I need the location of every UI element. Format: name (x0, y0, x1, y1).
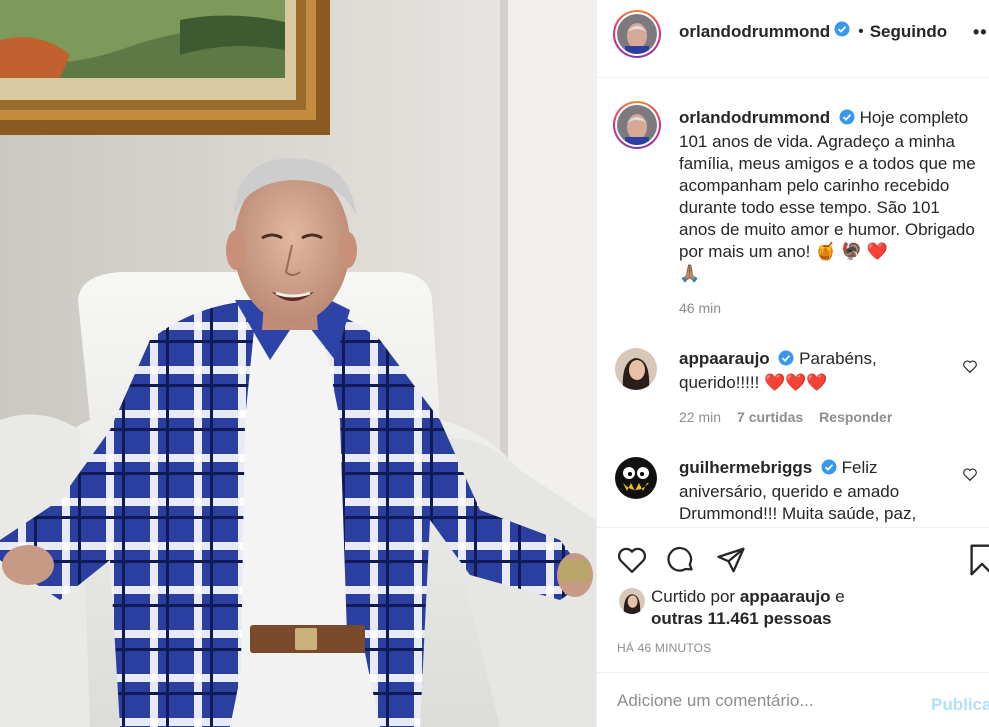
post-side-panel: orlandodrummond • Seguindo •• orlandodru… (596, 0, 989, 727)
liked-by-and: e (835, 587, 845, 606)
like-comment-heart-icon[interactable] (963, 468, 977, 486)
liked-by-summary: Curtido por appaaraujo e outras 11.461 p… (651, 586, 845, 630)
comment-avatar[interactable] (615, 348, 657, 390)
liked-by-prefix: Curtido por (651, 587, 736, 606)
author-username[interactable]: orlandodrummond (679, 22, 830, 42)
liked-by-user[interactable]: appaaraujo (740, 587, 831, 606)
comment-username[interactable]: appaaraujo (679, 349, 770, 368)
comment-age[interactable]: 22 min (679, 409, 721, 425)
more-options-icon[interactable]: •• (973, 22, 988, 43)
add-comment-bar: Publicar (597, 672, 989, 727)
share-paper-plane-icon[interactable] (716, 545, 746, 580)
comment-bubble-icon[interactable] (666, 545, 696, 580)
instagram-post-modal: orlandodrummond • Seguindo •• orlandodru… (0, 0, 989, 727)
follow-status-button[interactable]: Seguindo (870, 22, 947, 42)
comment-1: appaaraujo Parabéns, querido!!!!! ❤️❤️❤️ (679, 348, 949, 394)
comment-2: guilhermebriggs Feliz aniversário, queri… (679, 457, 949, 525)
post-photo[interactable] (0, 0, 596, 727)
verified-badge-icon (834, 21, 850, 42)
publish-comment-button[interactable]: Publicar (931, 695, 989, 715)
liked-by-avatar[interactable] (619, 588, 645, 614)
comment-likes[interactable]: 7 curtidas (737, 409, 803, 425)
like-heart-icon[interactable] (617, 546, 647, 579)
comment-avatar[interactable] (615, 457, 657, 499)
author-name-row: orlandodrummond • Seguindo (679, 21, 947, 42)
liked-by-others[interactable]: outras 11.461 pessoas (651, 609, 832, 628)
comments-list[interactable]: orlandodrummond Hoje completo 101 anos d… (597, 79, 989, 527)
verified-badge-icon (821, 459, 837, 481)
caption-author-avatar[interactable] (613, 101, 661, 149)
caption: orlandodrummond Hoje completo 101 anos d… (679, 107, 979, 319)
comment-1-meta: 22 min 7 curtidas Responder (679, 409, 892, 425)
post-actions: Curtido por appaaraujo e outras 11.461 p… (597, 527, 989, 672)
save-bookmark-icon[interactable] (969, 544, 989, 581)
verified-badge-icon (778, 350, 794, 372)
add-comment-input[interactable] (617, 691, 917, 711)
separator-dot: • (858, 22, 864, 40)
caption-username[interactable]: orlandodrummond (679, 108, 830, 127)
caption-text: Hoje completo 101 anos de vida. Agradeço… (679, 108, 976, 261)
post-timestamp[interactable]: HÁ 46 MINUTOS (617, 641, 711, 655)
caption-emoji-end: 🙏🏽 (679, 264, 701, 283)
comment-username[interactable]: guilhermebriggs (679, 458, 812, 477)
verified-badge-icon (839, 109, 855, 131)
caption-age[interactable]: 46 min (679, 297, 979, 319)
reply-button[interactable]: Responder (819, 409, 892, 425)
like-comment-heart-icon[interactable] (963, 360, 977, 378)
post-header: orlandodrummond • Seguindo •• (597, 0, 989, 78)
author-avatar[interactable] (613, 10, 661, 58)
